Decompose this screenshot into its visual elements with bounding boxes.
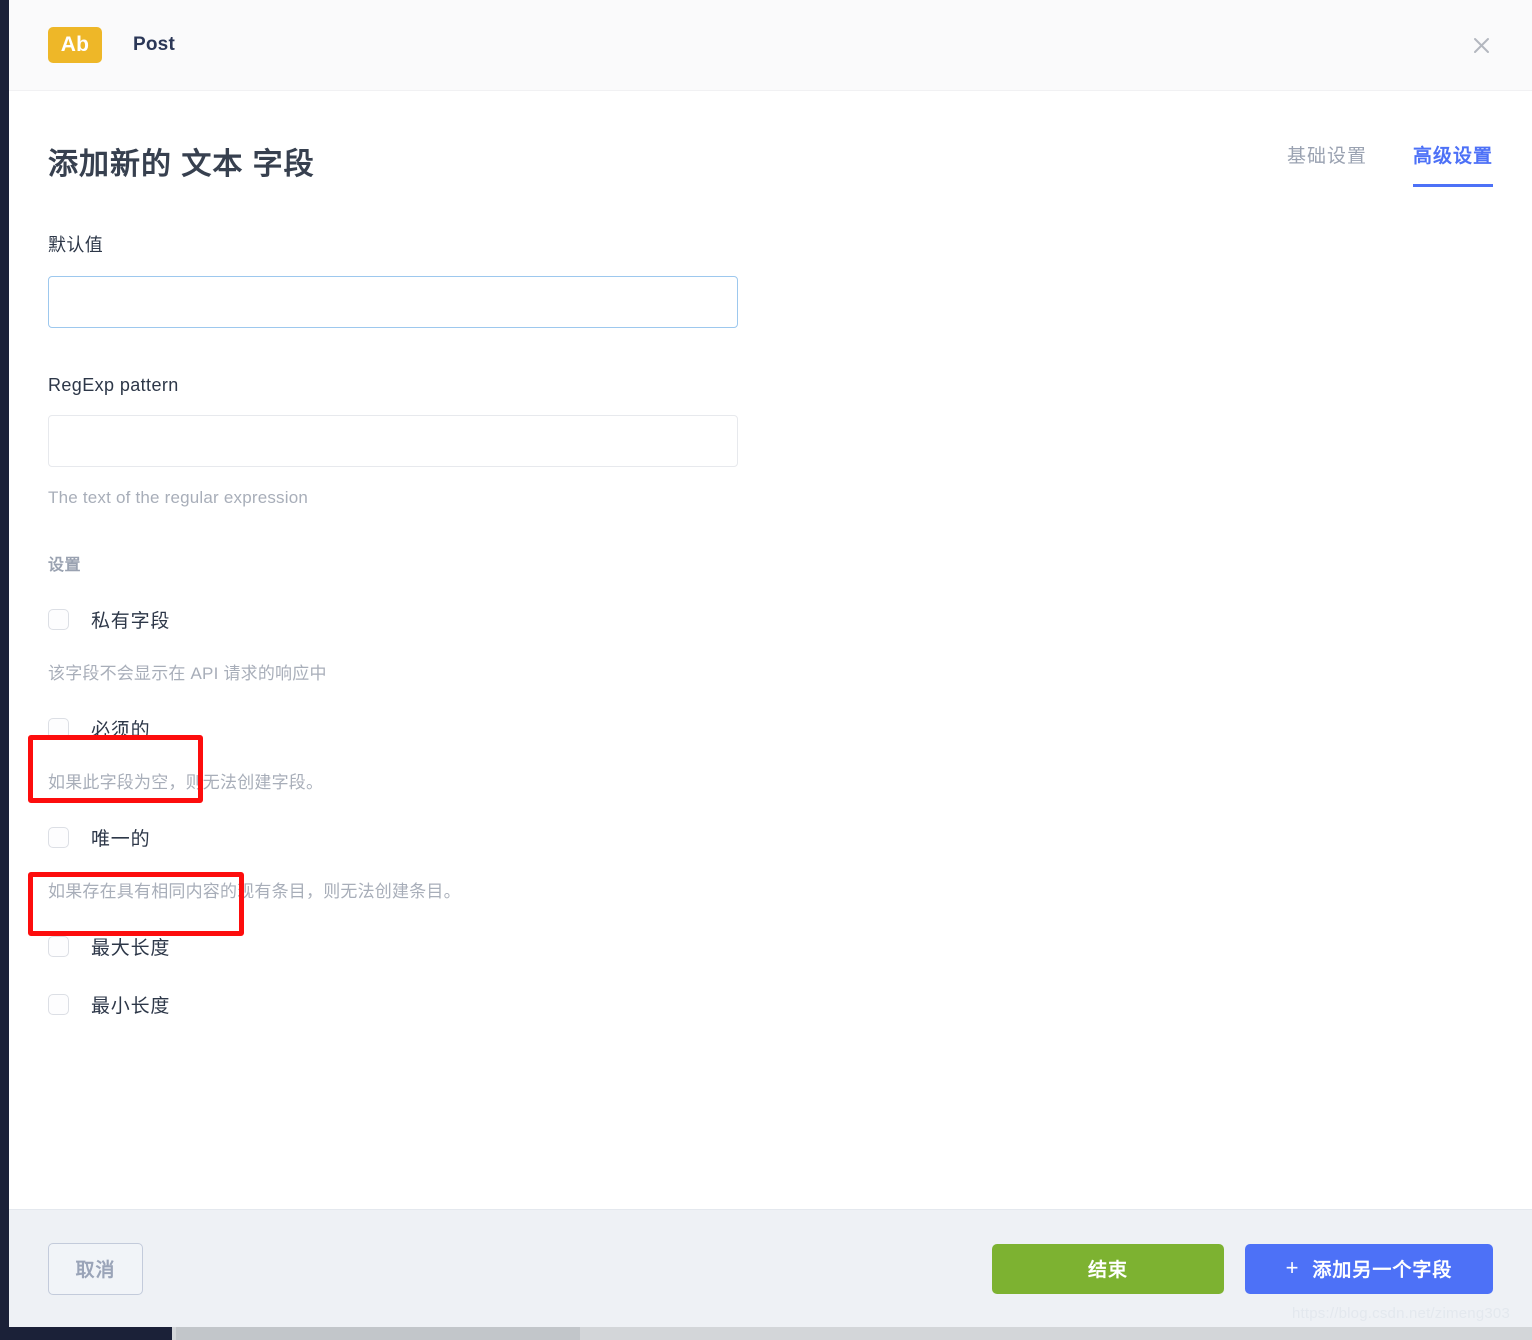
tab-advanced-settings[interactable]: 高级设置 <box>1412 141 1493 187</box>
regexp-pattern-input[interactable] <box>48 415 738 467</box>
scrollbar-rail-segment <box>0 1327 172 1340</box>
settings-tabs: 基础设置 高级设置 <box>1287 135 1493 187</box>
horizontal-scrollbar[interactable] <box>0 1327 1532 1340</box>
checkbox-row-unique[interactable]: 唯一的 <box>48 824 150 851</box>
collection-name: Post <box>133 34 175 55</box>
checkbox-label-min-length: 最小长度 <box>91 996 171 1017</box>
scrollbar-thumb[interactable] <box>176 1327 580 1340</box>
checkbox-row-max-length[interactable]: 最大长度 <box>48 933 170 960</box>
settings-section-label: 设置 <box>48 557 82 574</box>
checkbox-label-unique: 唯一的 <box>91 829 151 850</box>
title-row: 添加新的 文本 字段 基础设置 高级设置 <box>48 91 1493 187</box>
checkbox-row-required[interactable]: 必须的 <box>48 715 150 742</box>
checkbox-private[interactable] <box>48 609 69 630</box>
close-icon[interactable] <box>1466 30 1496 60</box>
regexp-pattern-label: RegExp pattern <box>48 375 179 395</box>
finish-button[interactable]: 结束 <box>992 1243 1224 1294</box>
plus-icon: + <box>1285 1254 1300 1280</box>
app-left-rail <box>0 0 9 1327</box>
add-field-modal: Ab Post 添加新的 文本 字段 基础设置 高级设置 默认值 RegExp … <box>9 0 1532 1327</box>
modal-body: 添加新的 文本 字段 基础设置 高级设置 默认值 RegExp pattern … <box>9 91 1532 1209</box>
checkbox-hint-private: 该字段不会显示在 API 请求的响应中 <box>48 664 327 683</box>
checkbox-unique[interactable] <box>48 827 69 848</box>
checkbox-row-private[interactable]: 私有字段 <box>48 606 170 633</box>
footer-primary-actions: 结束 + 添加另一个字段 <box>992 1243 1493 1294</box>
default-value-input[interactable] <box>48 276 738 328</box>
checkbox-label-max-length: 最大长度 <box>91 938 171 959</box>
add-another-field-button[interactable]: + 添加另一个字段 <box>1245 1243 1493 1294</box>
field-type-badge: Ab <box>48 27 102 63</box>
checkbox-min-length[interactable] <box>48 994 69 1015</box>
default-value-label: 默认值 <box>48 235 104 255</box>
page-title: 添加新的 文本 字段 <box>48 148 315 181</box>
checkbox-max-length[interactable] <box>48 936 69 957</box>
app-screen: Ab Post 添加新的 文本 字段 基础设置 高级设置 默认值 RegExp … <box>0 0 1532 1340</box>
checkbox-row-min-length[interactable]: 最小长度 <box>48 991 170 1018</box>
tab-basic-settings[interactable]: 基础设置 <box>1287 141 1367 187</box>
checkbox-label-required: 必须的 <box>91 720 151 741</box>
checkbox-label-private: 私有字段 <box>91 611 171 632</box>
watermark-text: https://blog.csdn.net/zimeng303 <box>1291 1305 1510 1322</box>
checkbox-hint-required: 如果此字段为空，则无法创建字段。 <box>48 773 324 792</box>
modal-header: Ab Post <box>9 0 1532 91</box>
checkbox-hint-unique: 如果存在具有相同内容的现有条目，则无法创建条目。 <box>48 882 461 901</box>
modal-footer: 取消 结束 + 添加另一个字段 https://blog.csdn.net/zi… <box>9 1209 1532 1327</box>
cancel-button[interactable]: 取消 <box>48 1242 143 1295</box>
add-another-field-label: 添加另一个字段 <box>1312 1260 1453 1281</box>
checkbox-required[interactable] <box>48 718 69 739</box>
regexp-pattern-hint: The text of the regular expression <box>48 488 309 507</box>
